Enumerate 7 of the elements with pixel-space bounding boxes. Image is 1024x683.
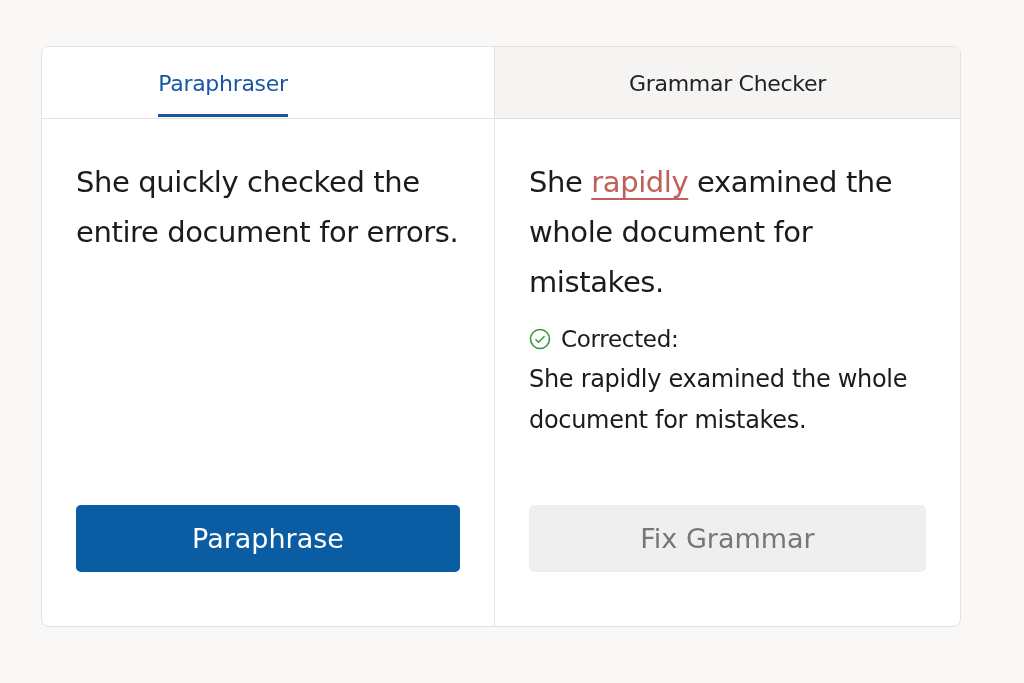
corrected-label: Corrected:: [561, 326, 679, 352]
action-button[interactable]: Paraphrase: [76, 505, 460, 572]
sentence-text: She rapidly examined the whole document for mistakes.: [529, 164, 894, 301]
sentence-text: She quickly checked the entire document for errors.: [76, 164, 460, 251]
tab[interactable]: Paraphraser: [158, 47, 288, 117]
corrected-text: She rapidly examined the whole document for mistakes.: [529, 364, 909, 436]
check-circle-icon: [529, 328, 551, 350]
